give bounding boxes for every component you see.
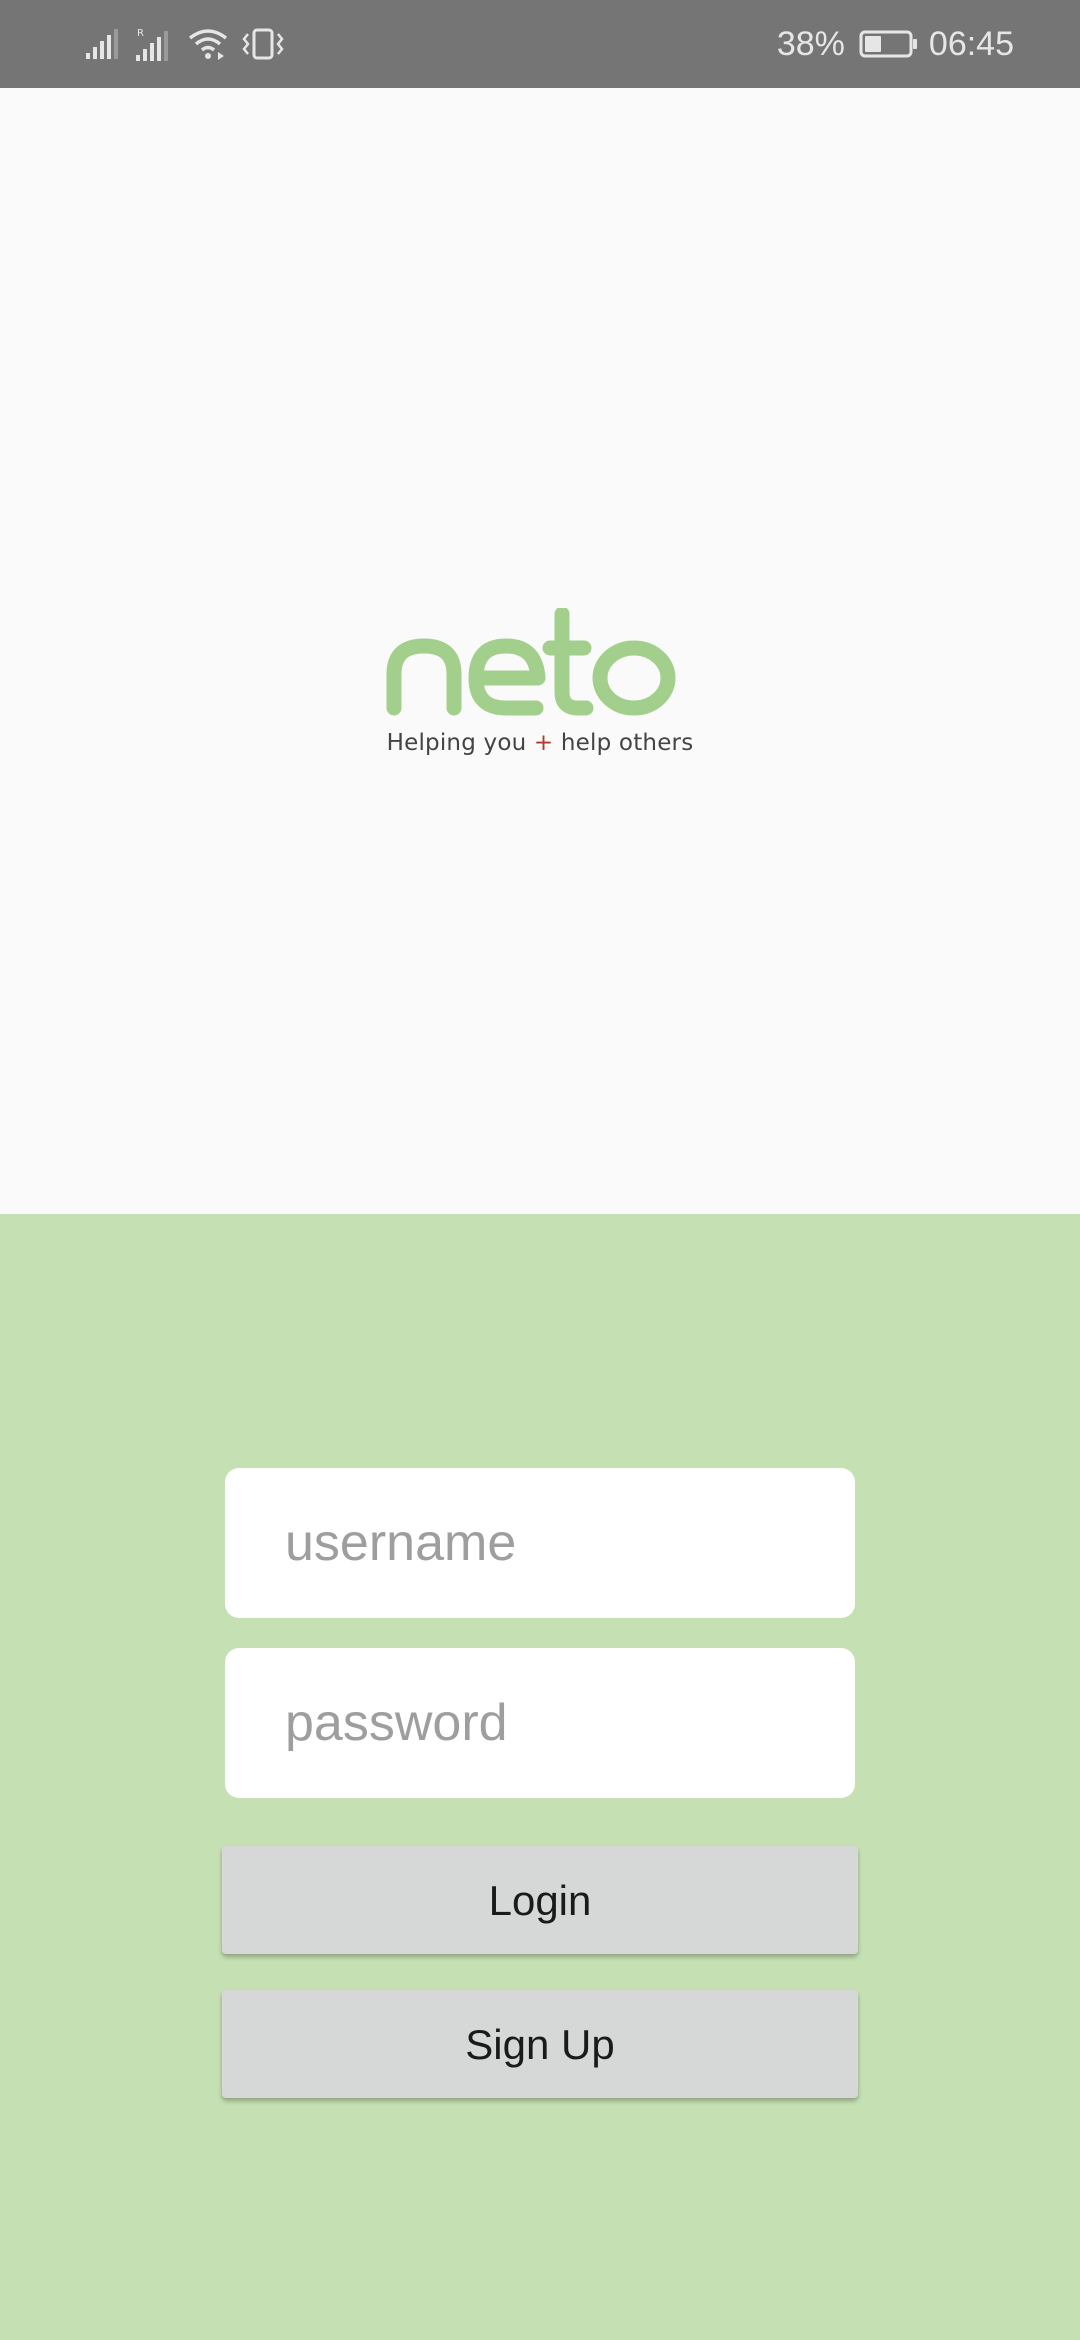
battery-icon (859, 30, 919, 58)
login-button[interactable]: Login (222, 1846, 858, 1954)
signup-button[interactable]: Sign Up (222, 1990, 858, 2098)
logo-wordmark (380, 608, 680, 728)
signal-icon (86, 29, 120, 59)
wifi-icon (188, 28, 228, 60)
app-logo (380, 608, 680, 808)
battery-percent: 38% (776, 24, 845, 63)
login-form: Login Sign Up (0, 1214, 1080, 2340)
signal-roaming-icon: R (134, 27, 174, 61)
svg-text:R: R (137, 28, 144, 39)
username-input[interactable] (225, 1468, 855, 1618)
tagline-text-2: help others (553, 730, 694, 756)
tagline-text-1: Helping you (386, 730, 534, 756)
status-info-right: 38% 06:45 (777, 0, 1014, 88)
vibrate-icon (242, 28, 284, 60)
status-bar: R 38% 06:45 (0, 0, 1080, 88)
logo-area: Helping you + help others (0, 88, 1080, 1214)
logo-tagline: Helping you + help others (0, 730, 1080, 756)
tagline-plus: + (533, 730, 554, 756)
status-icons-left: R (86, 22, 284, 66)
clock: 06:45 (928, 24, 1014, 63)
password-input[interactable] (225, 1648, 855, 1798)
